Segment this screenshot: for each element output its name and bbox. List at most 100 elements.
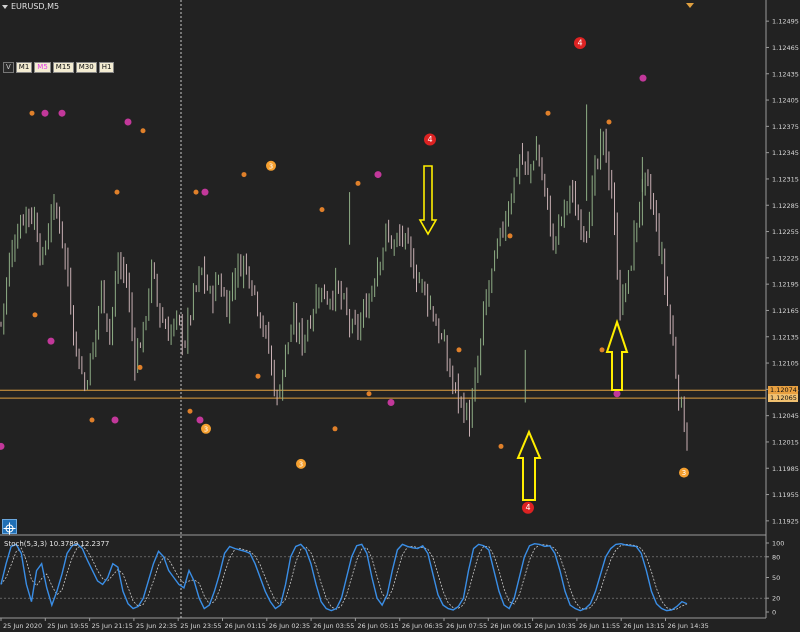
timeframe-m30-button[interactable]: M30 (75, 62, 97, 73)
arrow-up-icon (605, 318, 629, 391)
signal-marker-label: 3 (269, 162, 273, 170)
signal-marker-icon (599, 347, 605, 353)
signal-marker-icon (255, 373, 261, 379)
signal-marker-icon (32, 312, 38, 318)
signal-marker-icon (58, 109, 66, 117)
signal-marker-icon (366, 391, 372, 397)
timeframe-m1-button[interactable]: M1 (15, 62, 33, 73)
signal-marker-icon (0, 442, 5, 450)
signal-marker-icon (319, 207, 325, 213)
time-label: 26 Jun 06:35 (402, 622, 443, 630)
price-label: 1.12435 (772, 70, 799, 78)
signal-marker-icon (387, 399, 395, 406)
stochastic-axis-label: 100 (772, 540, 784, 548)
stochastic-axis-label: 50 (772, 574, 780, 582)
price-pane[interactable] (0, 0, 767, 619)
timeframe-m5-button[interactable]: M5 (34, 62, 51, 73)
stochastic-main-line (0, 542, 688, 612)
signal-marker-icon (41, 109, 49, 117)
timeframe-m15-button[interactable]: M15 (52, 62, 74, 73)
time-label: 25 Jun 19:55 (47, 622, 88, 630)
signal-marker-icon (606, 119, 612, 125)
price-label: 1.12465 (772, 44, 799, 52)
time-label: 26 Jun 14:35 (668, 622, 709, 630)
stochastic-pane[interactable]: 100 80 50 20 0 (0, 540, 784, 617)
stochastic-axis-label: 80 (772, 553, 780, 561)
signal-marker-label: 4 (525, 503, 530, 512)
timeframe-bar: V M1 M5 M15 M30 H1 (3, 62, 115, 73)
signal-marker-icon (639, 74, 647, 82)
signal-marker-icon (498, 443, 504, 449)
price-label: 1.12135 (772, 333, 799, 341)
time-label: 26 Jun 10:35 (535, 622, 576, 630)
signal-marker-label: 4 (577, 39, 582, 48)
price-label: 1.12015 (772, 438, 799, 446)
arrow-up-icon (516, 429, 542, 501)
time-label: 26 Jun 02:35 (269, 622, 310, 630)
signal-marker-icon (332, 426, 338, 432)
signal-marker-icon (507, 233, 513, 239)
chevron-down-icon[interactable] (2, 4, 8, 9)
price-label: 1.12345 (772, 149, 799, 157)
time-label: 26 Jun 11:55 (579, 622, 620, 630)
price-axis: 1.12495 1.12465 1.12435 1.12405 1.12375 1.123… (766, 18, 799, 525)
signal-marker-icon (124, 118, 132, 126)
shift-marker-icon[interactable] (686, 3, 694, 8)
price-label: 1.12405 (772, 97, 799, 105)
timeframe-h1-button[interactable]: H1 (98, 62, 115, 73)
time-label: 26 Jun 03:55 (313, 622, 354, 630)
signal-marker-icon (47, 337, 55, 345)
price-label: 1.12495 (772, 18, 799, 26)
time-label: 25 Jun 23:55 (180, 622, 221, 630)
time-label: 26 Jun 07:55 (446, 622, 487, 630)
signal-marker-label: 3 (299, 460, 303, 468)
price-label: 1.11955 (772, 491, 799, 499)
signal-marker-icon (456, 347, 462, 353)
signal-marker-icon (137, 364, 143, 370)
signal-marker-icon (111, 416, 119, 424)
price-label: 1.11925 (772, 517, 799, 525)
time-label: 26 Jun 01:15 (225, 622, 266, 630)
time-label: 26 Jun 09:15 (490, 622, 531, 630)
price-label: 1.12285 (772, 202, 799, 210)
signal-marker-icon (613, 390, 621, 398)
crosshair-icon (3, 522, 16, 535)
stochastic-signal-line (0, 543, 688, 611)
price-label: 1.12315 (772, 175, 799, 183)
timeframe-toggle-button[interactable]: V (3, 62, 14, 73)
price-tag-lower: 1.12065 (768, 394, 798, 403)
price-label: 1.12195 (772, 281, 799, 289)
time-label: 25 Jun 2020 (3, 622, 42, 630)
signal-marker-label: 3 (682, 469, 686, 477)
price-label: 1.12255 (772, 228, 799, 236)
price-label: 1.12225 (772, 254, 799, 262)
price-label: 1.12105 (772, 360, 799, 368)
stochastic-axis-label: 20 (772, 595, 780, 603)
signal-marker-icon (187, 408, 193, 414)
stochastic-label: Stoch(5,3,3) 10.3789 12.2377 (4, 540, 110, 548)
signal-marker-icon (114, 189, 120, 195)
signal-marker-icon (193, 189, 199, 195)
stochastic-axis-label: 0 (772, 609, 776, 617)
signal-marker-icon (545, 110, 551, 116)
signal-arrows (418, 165, 629, 501)
signal-marker-icon (241, 172, 247, 178)
signal-marker-icon (29, 110, 35, 116)
price-label: 1.12045 (772, 412, 799, 420)
arrow-down-icon (418, 165, 438, 236)
price-label: 1.12375 (772, 123, 799, 131)
signal-marker-label: 4 (427, 135, 432, 144)
signal-marker-label: 3 (204, 425, 208, 433)
signal-markers: 3 4 4 3 3 3 4 (0, 37, 689, 514)
time-label: 26 Jun 13:15 (623, 622, 664, 630)
chart-canvas[interactable]: 1.12495 1.12465 1.12435 1.12405 1.12375 1.123… (0, 0, 800, 632)
time-axis: 25 Jun 2020 25 Jun 19:55 25 Jun 21:15 25 Ju… (0, 618, 709, 630)
price-tag-upper: 1.12074 (768, 386, 798, 395)
signal-marker-icon (374, 171, 382, 179)
time-label: 25 Jun 22:35 (136, 622, 177, 630)
symbol-label[interactable]: EURUSD,M5 (2, 2, 59, 11)
signal-marker-icon (89, 417, 95, 423)
time-label: 25 Jun 21:15 (92, 622, 133, 630)
crosshair-navigation-icon[interactable] (2, 519, 17, 535)
signal-marker-icon (196, 416, 204, 424)
